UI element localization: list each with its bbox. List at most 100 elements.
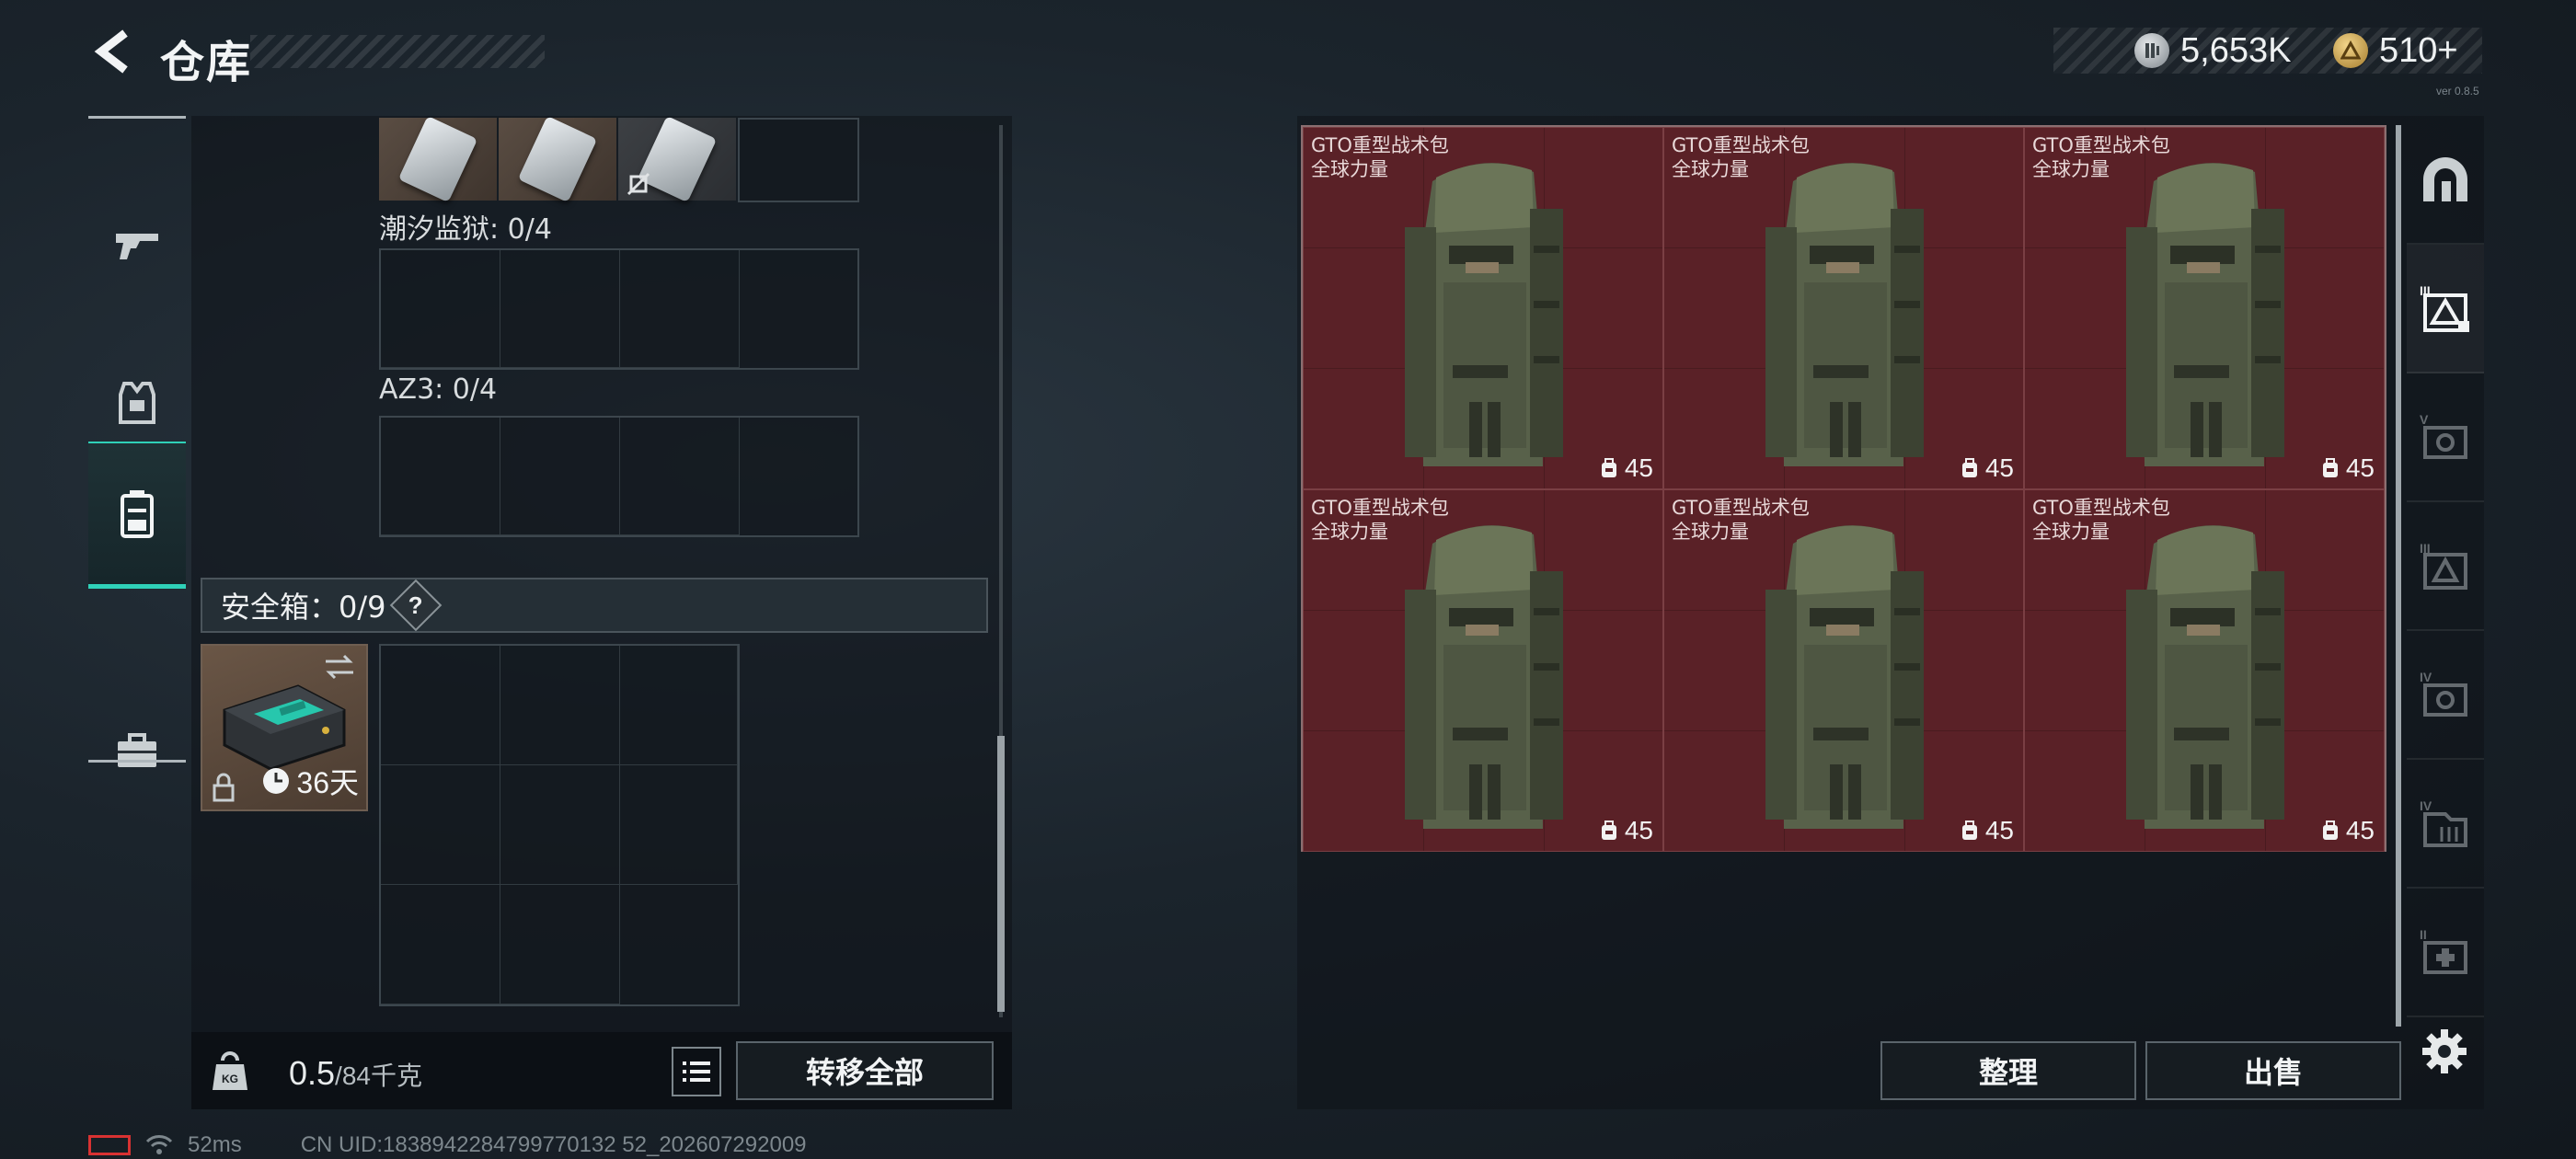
item-capacity: 45 (2320, 453, 2375, 483)
gold-currency[interactable]: 510+ (2333, 28, 2458, 74)
keycard-slot[interactable] (379, 115, 497, 203)
backpack-small-icon (1601, 458, 1616, 477)
tide-prison-label: 潮汐监狱: 0/4 (379, 213, 552, 246)
nav-divider (88, 760, 186, 763)
filter-tier-iv[interactable]: IV (2407, 631, 2484, 760)
backpack-item-icon (2126, 163, 2284, 466)
az3-label: AZ3: 0/4 (379, 373, 498, 406)
gold-coin-icon (2333, 33, 2368, 68)
left-scrollbar-thumb[interactable] (997, 736, 1005, 1012)
backpack-item-icon (2126, 525, 2284, 829)
item-capacity: 45 (1599, 453, 1653, 483)
bag-tier-icon: III (2420, 283, 2469, 332)
uid-readout: CN UID:1838942284799770132 52_2026072920… (300, 1132, 807, 1157)
item-cell[interactable]: GTO重型战术包 全球力量 45 (1303, 127, 1663, 489)
item-cell[interactable]: GTO重型战术包 全球力量 45 (2024, 127, 2385, 489)
svg-text:II: II (2420, 927, 2427, 942)
filter-tier-iv-rig[interactable]: IV (2407, 760, 2484, 889)
tidy-button[interactable]: 整理 (1880, 1041, 2136, 1100)
backpack-small-icon (1961, 820, 1977, 840)
filter-tier-iii-bag[interactable]: III (2407, 245, 2484, 373)
rig-tier-icon: IV (2420, 798, 2467, 847)
keycard-slot[interactable] (618, 115, 736, 203)
item-name: GTO重型战术包 全球力量 (1311, 497, 1449, 543)
battery-icon (88, 1135, 131, 1155)
sell-button[interactable]: 出售 (2145, 1041, 2401, 1100)
item-name: GTO重型战术包 全球力量 (2032, 134, 2170, 180)
item-cell[interactable]: GTO重型战术包 全球力量 45 (1303, 489, 1663, 852)
item-capacity: 45 (1960, 453, 2014, 483)
backpack-small-icon (1601, 820, 1616, 840)
nav-medical[interactable] (88, 677, 186, 824)
item-name: GTO重型战术包 全球力量 (2032, 497, 2170, 543)
status-bar: 52ms CN UID:1838942284799770132 52_20260… (88, 1131, 807, 1159)
help-icon[interactable]: ? (389, 579, 442, 632)
list-icon (683, 1061, 710, 1082)
filter-tier-iii[interactable]: III (2407, 502, 2484, 631)
silver-amount: 5,653K (2180, 30, 2292, 70)
svg-text:IV: IV (2420, 798, 2432, 813)
item-name: GTO重型战术包 全球力量 (1311, 134, 1449, 180)
nav-backpack[interactable] (88, 442, 186, 589)
item-capacity: 45 (1960, 816, 2014, 845)
svg-text:IV: IV (2420, 670, 2432, 684)
item-cell[interactable]: GTO重型战术包 全球力量 45 (2024, 489, 2385, 852)
backpack-item-icon (1765, 163, 1924, 466)
svg-text:KG: KG (222, 1073, 238, 1085)
keycard-slot[interactable] (499, 115, 616, 203)
clock-icon (263, 768, 290, 794)
bag-tier-icon: III (2420, 541, 2467, 590)
empty-slot[interactable] (738, 118, 859, 202)
nav-weapons[interactable] (88, 171, 186, 318)
az3-grid[interactable] (379, 416, 859, 537)
transfer-all-button[interactable]: 转移全部 (736, 1041, 994, 1100)
right-scrollbar[interactable] (2396, 125, 2401, 1027)
filter-tier-v[interactable]: V (2407, 373, 2484, 502)
back-button[interactable] (85, 22, 144, 81)
backpack-small-icon (1961, 458, 1977, 477)
item-capacity: 45 (1599, 816, 1653, 845)
item-cell[interactable]: GTO重型战术包 全球力量 45 (1663, 127, 2024, 489)
gold-amount: 510+ (2379, 30, 2458, 70)
weight-capacity: /84千克 (335, 1061, 422, 1090)
item-capacity: 45 (2320, 816, 2375, 845)
svg-text:V: V (2420, 412, 2429, 427)
safebox-duration: 36天 (261, 760, 359, 802)
filter-all[interactable] (2407, 116, 2484, 245)
weight-icon: KG (191, 1032, 269, 1109)
weight-current: 0.5 (289, 1054, 336, 1092)
vest-tier-icon: V (2420, 412, 2467, 459)
swap-icon[interactable] (322, 653, 357, 681)
category-nav (88, 116, 186, 767)
settings-button[interactable] (2416, 1023, 2473, 1080)
backpack-item-icon (1405, 163, 1563, 466)
safebox-grid[interactable] (379, 644, 740, 1006)
backpack-icon (121, 489, 154, 538)
gun-icon (116, 234, 158, 259)
safebox-header: 安全箱：0/9 ? (201, 578, 988, 633)
kettlebell-icon: KG (213, 1051, 247, 1090)
tide-prison-grid[interactable] (379, 248, 859, 370)
keycard-icon (517, 115, 598, 203)
safebox-item[interactable]: 36天 (201, 644, 368, 811)
item-cell[interactable]: GTO重型战术包 全球力量 45 (1663, 489, 2024, 852)
page-title: 仓库 (160, 37, 253, 88)
item-name: GTO重型战术包 全球力量 (1672, 134, 1810, 180)
version-tag: ver 0.8.5 (2436, 85, 2479, 98)
gear-icon (2422, 1029, 2467, 1073)
ping-readout: 52ms (188, 1132, 242, 1157)
filter-nav: III V III IV IV II (2407, 116, 2484, 1036)
header: 仓库 5,653K 510+ ver 0.8.5 (0, 0, 2576, 110)
backpack-item-icon (1405, 525, 1563, 829)
nav-divider (88, 116, 186, 119)
title-stripe (250, 35, 545, 68)
silver-currency[interactable]: 5,653K (2134, 28, 2291, 74)
list-view-button[interactable] (672, 1047, 721, 1096)
filter-tier-ii[interactable]: II (2407, 889, 2484, 1017)
backpack-item-icon (1765, 525, 1924, 829)
toolbox-icon (118, 733, 156, 767)
backpack-small-icon (2322, 820, 2338, 840)
wifi-icon (145, 1135, 173, 1154)
unavailable-icon (627, 172, 650, 196)
medkit-tier-icon: II (2420, 927, 2467, 974)
